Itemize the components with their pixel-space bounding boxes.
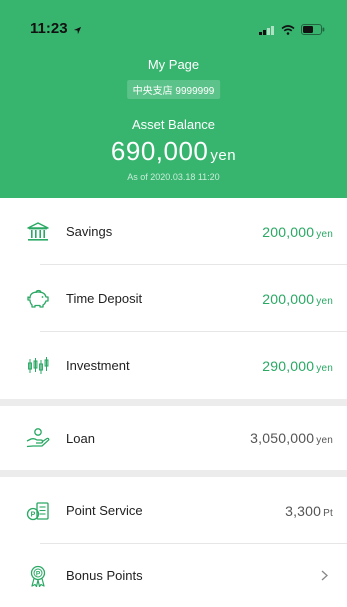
status-time: 11:23: [30, 20, 68, 37]
account-row-point-service[interactable]: P Point Service 3,300 Pt: [0, 477, 347, 544]
balance-timestamp: As of 2020.03.18 11:20: [127, 172, 220, 182]
asset-balance-amount: 690,000 yen: [0, 136, 347, 167]
account-amount-unit: yen: [316, 435, 333, 446]
loan-group: Loan 3,050,000 yen: [0, 406, 347, 470]
account-amount-value: 3,300: [285, 502, 322, 519]
point-card-icon: P: [26, 499, 50, 523]
account-row-investment[interactable]: Investment 290,000 yen: [0, 332, 347, 399]
signal-icon: [259, 22, 275, 40]
account-row-savings[interactable]: Savings 200,000 yen: [0, 198, 347, 265]
account-label: Investment: [66, 358, 130, 373]
page-title: My Page: [147, 57, 200, 72]
candlestick-chart-icon: [26, 354, 50, 378]
svg-text:P: P: [36, 570, 41, 577]
hand-coin-icon: [26, 426, 50, 450]
my-page-screen: 11:23 My Page 中央支店 9999999 Asset Balance…: [0, 0, 347, 607]
account-label: Time Deposit: [66, 291, 143, 306]
wifi-icon: [281, 22, 295, 40]
svg-text:P: P: [31, 511, 36, 518]
asset-balance-unit: yen: [210, 147, 237, 164]
bank-icon: [26, 220, 50, 244]
account-amount-unit: yen: [316, 362, 333, 374]
asset-balance-label: Asset Balance: [131, 117, 216, 132]
account-row-time-deposit[interactable]: Time Deposit 200,000 yen: [0, 265, 347, 332]
account-label: Point Service: [66, 503, 143, 518]
account-amount-unit: yen: [316, 228, 333, 240]
account-label: Loan: [66, 430, 95, 446]
battery-icon: [301, 22, 325, 40]
account-amount-value: 290,000: [262, 357, 315, 374]
branch-account-badge: 中央支店 9999999: [126, 80, 221, 99]
account-label: Savings: [66, 224, 113, 239]
account-amount-value: 200,000: [262, 290, 315, 307]
account-amount: 200,000 yen: [262, 291, 333, 307]
account-amount: 200,000 yen: [262, 224, 333, 240]
award-medal-icon: P: [26, 564, 50, 588]
status-bar: 11:23: [0, 0, 347, 42]
chevron-right-icon: [315, 568, 333, 584]
asset-balance-value: 690,000: [110, 136, 209, 166]
account-amount: 290,000 yen: [262, 358, 333, 374]
account-amount-unit: yen: [316, 295, 333, 307]
piggy-bank-icon: [26, 287, 50, 311]
account-amount-unit: Pt: [323, 507, 333, 519]
account-amount: 3,300 Pt: [285, 503, 333, 519]
account-amount: 3,050,000 yen: [250, 430, 333, 446]
account-amount-value: 3,050,000: [250, 430, 315, 446]
account-amount-value: 200,000: [262, 223, 315, 240]
asset-header: 11:23 My Page 中央支店 9999999 Asset Balance…: [0, 0, 347, 198]
account-label: Bonus Points: [66, 568, 143, 583]
accounts-group: Savings 200,000 yen Time Deposit 200,000 y…: [0, 198, 347, 399]
account-row-loan[interactable]: Loan 3,050,000 yen: [0, 406, 347, 470]
location-arrow-icon: [73, 22, 82, 40]
points-group: P Point Service 3,300 Pt P Bonus Points: [0, 477, 347, 607]
account-row-bonus-points[interactable]: P Bonus Points: [0, 544, 347, 607]
